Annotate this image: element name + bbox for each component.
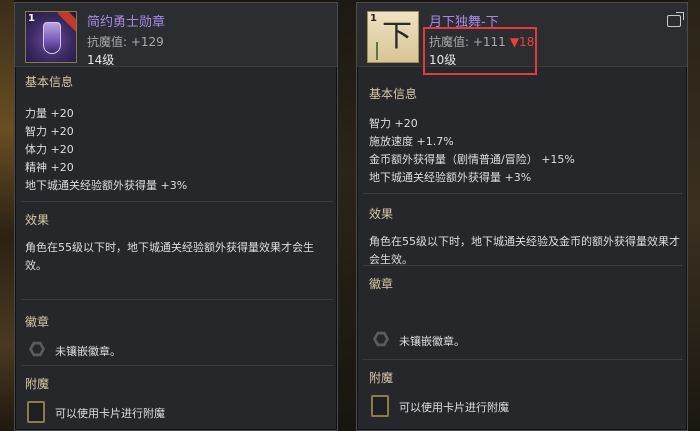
- divider: [363, 265, 683, 266]
- section-title-effect: 效果: [25, 213, 50, 227]
- background-right: [688, 0, 700, 431]
- stat-line: 地下城通关经验额外获得量 +3%: [25, 179, 188, 192]
- section-title-effect: 效果: [369, 207, 394, 221]
- section-title-basic: 基本信息: [25, 75, 74, 89]
- resist-value: 抗魔值: +129: [87, 35, 164, 49]
- enchant-hint: 可以使用卡片进行附魔: [55, 407, 165, 420]
- effect-description: 角色在55级以下时，地下城通关经验及金币的额外获得量效果才会生效。: [369, 235, 680, 266]
- enchant-hint: 可以使用卡片进行附魔: [399, 401, 509, 414]
- background-middle: [336, 0, 358, 431]
- item-name: 简约勇士勋章: [87, 15, 166, 30]
- hexagon-icon: [373, 331, 389, 347]
- emblem-status: 未镶嵌徽章。: [55, 345, 121, 358]
- stat-line: 施放速度 +1.7%: [369, 135, 454, 148]
- hexagon-icon: [29, 341, 45, 357]
- divider: [21, 365, 333, 366]
- tooltip-header: 1 简约勇士勋章 抗魔值: +129 14级: [15, 3, 337, 67]
- section-title-enchant: 附魔: [369, 371, 394, 385]
- divider: [363, 359, 683, 360]
- stat-line: 智力 +20: [369, 117, 418, 130]
- item-level: 14级: [87, 53, 115, 67]
- card-slot-icon[interactable]: [371, 395, 389, 417]
- card-slot-icon[interactable]: [27, 401, 45, 423]
- stat-line: 体力 +20: [25, 143, 74, 156]
- effect-description: 角色在55级以下时，地下城通关经验额外获得量效果才会生效。: [25, 241, 314, 272]
- tooltip-header: 下 1 月下独舞-下 抗魔值: +111 ▼18 10级: [357, 3, 687, 75]
- divider: [363, 193, 683, 194]
- divider: [21, 299, 333, 300]
- stat-line: 精神 +20: [25, 161, 74, 174]
- item-level-tag: 1: [370, 13, 377, 24]
- section-title-emblem: 徽章: [369, 277, 394, 291]
- emblem-status: 未镶嵌徽章。: [399, 335, 465, 348]
- highlight-box: [423, 27, 537, 75]
- section-title-basic: 基本信息: [369, 87, 418, 101]
- item-tooltip-right: 下 1 月下独舞-下 抗魔值: +111 ▼18 10级 基本信息 智力 +20 …: [356, 2, 688, 431]
- item-level-tag: 1: [28, 13, 35, 24]
- export-icon[interactable]: [667, 12, 684, 27]
- section-title-enchant: 附魔: [25, 377, 50, 391]
- stat-line: 金币额外获得量（剧情普通/冒险） +15%: [369, 153, 575, 166]
- stat-line: 地下城通关经验额外获得量 +3%: [369, 171, 532, 184]
- medal-icon: 1: [25, 11, 77, 63]
- background-left: [0, 0, 14, 431]
- divider: [21, 201, 333, 202]
- item-tooltip-left: 1 简约勇士勋章 抗魔值: +129 14级 基本信息 力量 +20 智力 +2…: [14, 2, 338, 431]
- scroll-icon: 下 1: [367, 11, 419, 63]
- stat-line: 力量 +20: [25, 107, 74, 120]
- section-title-emblem: 徽章: [25, 315, 50, 329]
- stat-line: 智力 +20: [25, 125, 74, 138]
